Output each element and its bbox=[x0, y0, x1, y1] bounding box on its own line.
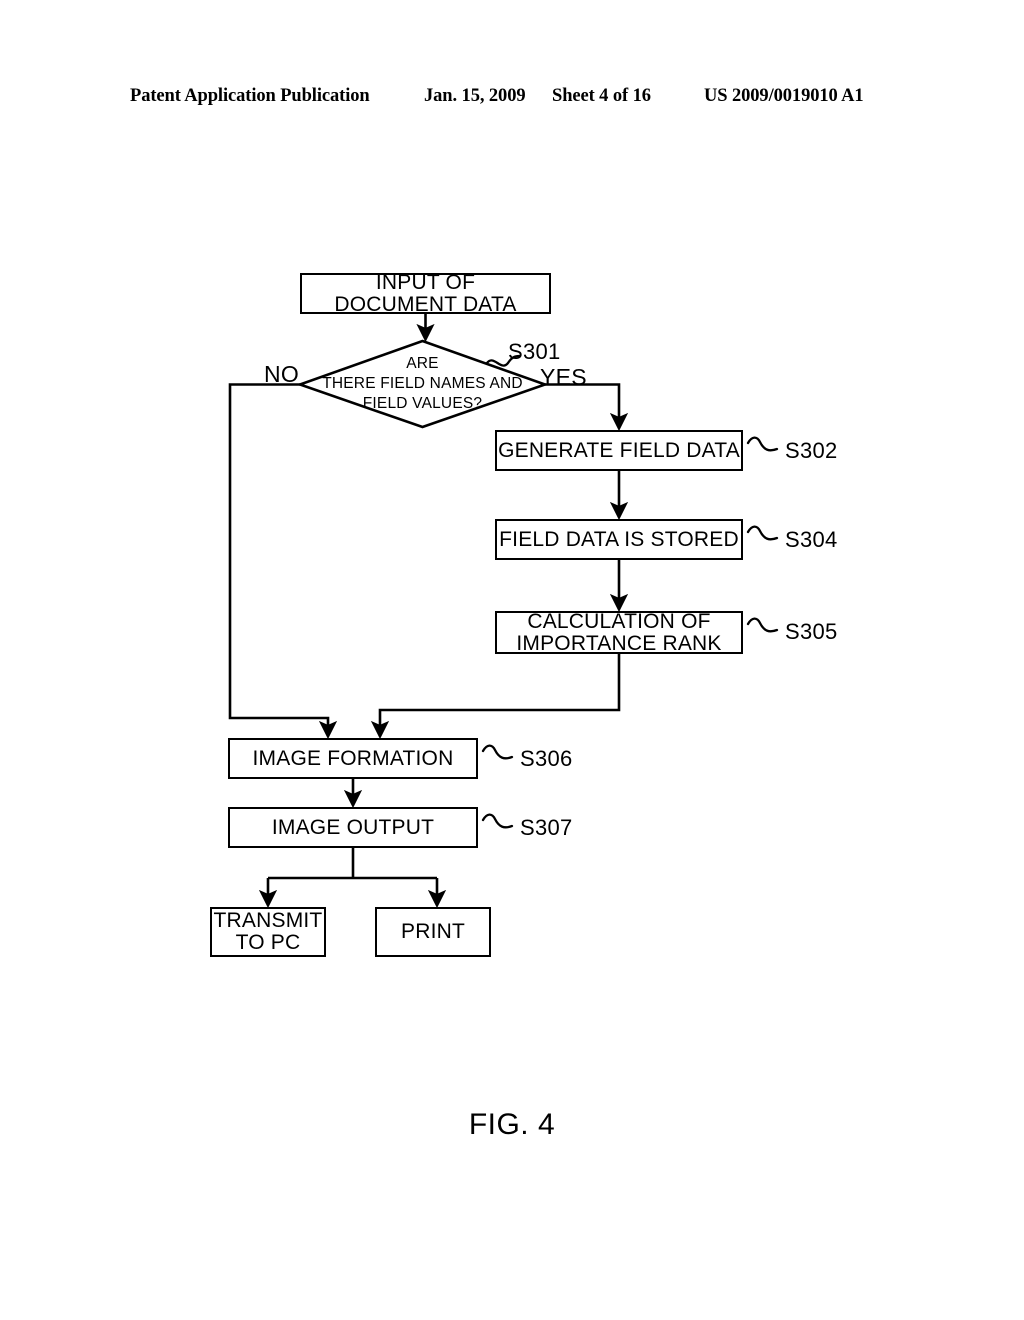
step-label-s306: S306 bbox=[520, 746, 573, 771]
node-image-formation: IMAGE FORMATION bbox=[228, 738, 478, 779]
node-generate-field-data: GENERATE FIELD DATA bbox=[495, 430, 743, 471]
leader-s304 bbox=[746, 525, 779, 541]
branch-label-yes: YES bbox=[540, 364, 587, 390]
figure-caption: FIG. 4 bbox=[468, 1108, 556, 1141]
patent-page: Patent Application Publication Jan. 15, … bbox=[0, 0, 1024, 1320]
edge-no-to-image-formation bbox=[228, 383, 338, 740]
leader-s307 bbox=[481, 813, 514, 829]
leader-s305 bbox=[746, 617, 779, 633]
branch-label-no: NO bbox=[264, 361, 300, 387]
step-label-s305: S305 bbox=[785, 619, 838, 644]
leader-s302 bbox=[746, 436, 779, 452]
step-label-s307: S307 bbox=[520, 815, 573, 840]
edge-calc-to-image-formation bbox=[370, 654, 621, 740]
leader-s306 bbox=[481, 744, 514, 760]
node-field-data-is-stored: FIELD DATA IS STORED bbox=[495, 519, 743, 560]
node-input-of-document-data: INPUT OF DOCUMENT DATA bbox=[300, 271, 551, 315]
node-transmit-to-pc: TRANSMIT TO PC bbox=[210, 907, 326, 957]
step-label-s304: S304 bbox=[785, 527, 838, 552]
node-decision-field-names-values: ARE THERE FIELD NAMES AND FIELD VALUES? bbox=[322, 355, 523, 412]
step-label-s302: S302 bbox=[785, 438, 838, 463]
node-calculation-of-importance-rank: CALCULATION OF IMPORTANCE RANK bbox=[495, 610, 743, 654]
node-print: PRINT bbox=[375, 907, 491, 957]
node-image-output: IMAGE OUTPUT bbox=[228, 807, 478, 848]
step-label-s301: S301 bbox=[508, 339, 561, 364]
